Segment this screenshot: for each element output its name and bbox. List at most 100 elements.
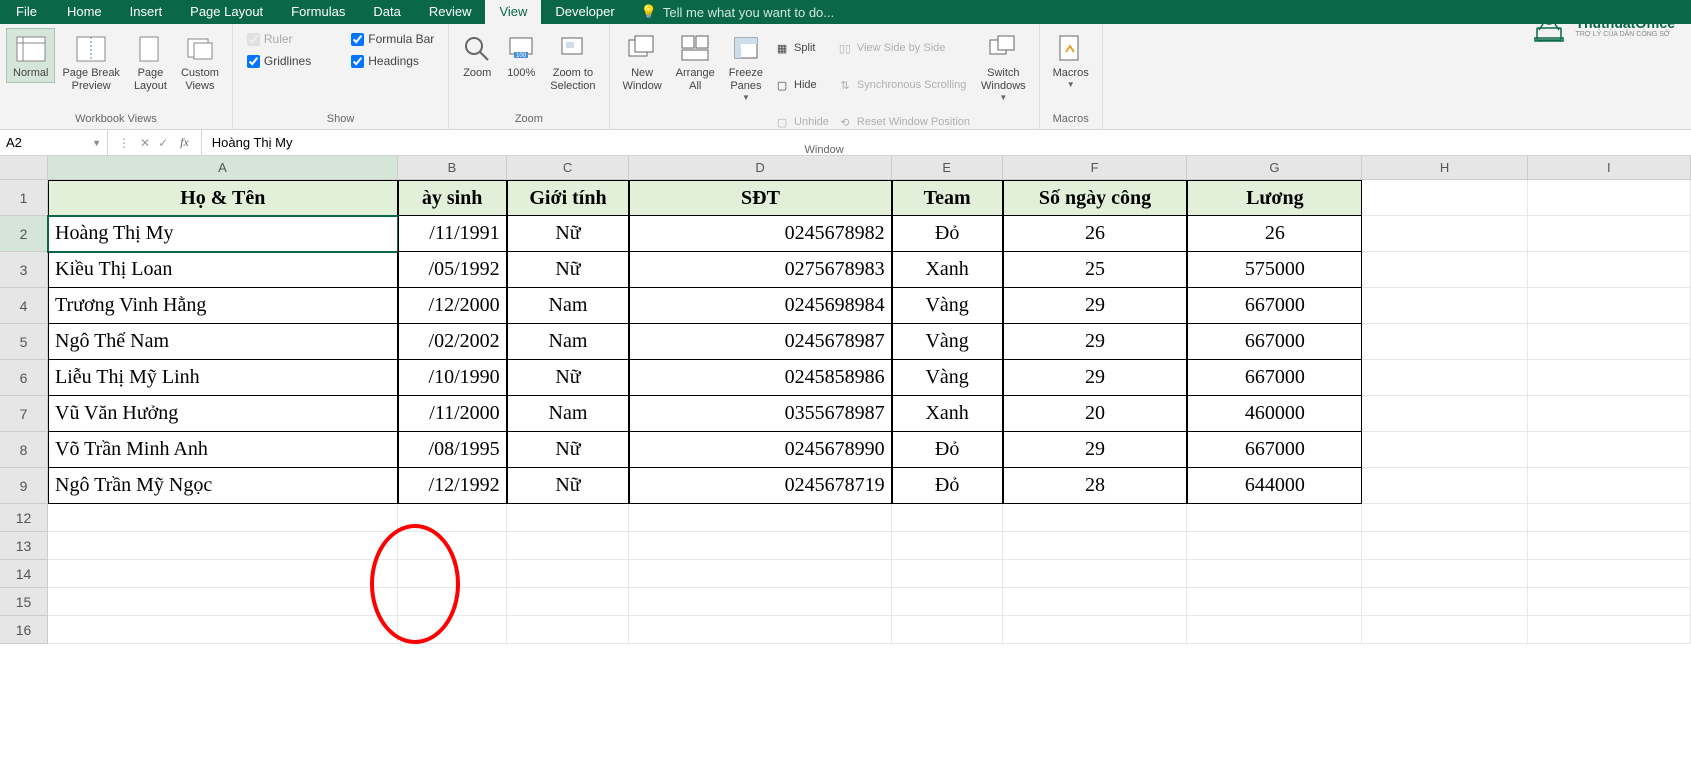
cell-D14[interactable]: [629, 560, 891, 588]
tab-file[interactable]: File: [0, 0, 53, 24]
cell-E14[interactable]: [892, 560, 1003, 588]
tab-data[interactable]: Data: [359, 0, 414, 24]
cell-D9[interactable]: 0245678719: [629, 468, 891, 504]
cell-D1[interactable]: SĐT: [629, 180, 891, 216]
cell-H9[interactable]: [1362, 468, 1527, 504]
hide-button[interactable]: ▢Hide: [774, 67, 829, 103]
cell-D5[interactable]: 0245678987: [629, 324, 891, 360]
cell-B3[interactable]: /05/1992: [398, 252, 507, 288]
cell-I2[interactable]: [1528, 216, 1691, 252]
cell-E2[interactable]: Đỏ: [892, 216, 1003, 252]
cell-I3[interactable]: [1528, 252, 1691, 288]
row-header-14[interactable]: 14: [0, 560, 48, 588]
cell-E12[interactable]: [892, 504, 1003, 532]
cell-C4[interactable]: Nam: [507, 288, 630, 324]
tab-page-layout[interactable]: Page Layout: [176, 0, 277, 24]
cell-B1[interactable]: ày sinh: [398, 180, 507, 216]
cells-area[interactable]: Họ & Tênày sinhGiới tínhSĐTTeamSố ngày c…: [48, 180, 1691, 644]
cell-I16[interactable]: [1528, 616, 1691, 644]
col-header-E[interactable]: E: [892, 156, 1003, 179]
cell-F14[interactable]: [1003, 560, 1188, 588]
cell-F5[interactable]: 29: [1003, 324, 1188, 360]
cell-C16[interactable]: [507, 616, 630, 644]
cell-B4[interactable]: /12/2000: [398, 288, 507, 324]
row-header-12[interactable]: 12: [0, 504, 48, 532]
cell-F12[interactable]: [1003, 504, 1188, 532]
cell-I9[interactable]: [1528, 468, 1691, 504]
col-header-I[interactable]: I: [1528, 156, 1691, 179]
row-header-9[interactable]: 9: [0, 468, 48, 504]
col-header-C[interactable]: C: [507, 156, 630, 179]
col-header-B[interactable]: B: [398, 156, 507, 179]
cell-E1[interactable]: Team: [892, 180, 1003, 216]
cell-E8[interactable]: Đỏ: [892, 432, 1003, 468]
tab-insert[interactable]: Insert: [116, 0, 177, 24]
col-header-A[interactable]: A: [48, 156, 398, 179]
headings-checkbox[interactable]: Headings: [351, 54, 434, 68]
ruler-checkbox[interactable]: Ruler: [247, 32, 311, 46]
switch-windows-button[interactable]: Switch Windows ▼: [974, 28, 1033, 105]
cell-I5[interactable]: [1528, 324, 1691, 360]
cell-G3[interactable]: 575000: [1187, 252, 1362, 288]
cell-H15[interactable]: [1362, 588, 1527, 616]
cell-H14[interactable]: [1362, 560, 1527, 588]
cell-H7[interactable]: [1362, 396, 1527, 432]
enter-icon[interactable]: ✓: [158, 136, 168, 150]
cell-A2[interactable]: Hoàng Thị My: [48, 216, 398, 252]
cell-C8[interactable]: Nữ: [507, 432, 630, 468]
formula-bar-checkbox[interactable]: Formula Bar: [351, 32, 434, 46]
cell-B2[interactable]: /11/1991: [398, 216, 507, 252]
gridlines-checkbox[interactable]: Gridlines: [247, 54, 311, 68]
cell-A12[interactable]: [48, 504, 398, 532]
tab-developer[interactable]: Developer: [541, 0, 628, 24]
cell-G16[interactable]: [1187, 616, 1362, 644]
cell-H5[interactable]: [1362, 324, 1527, 360]
cell-D16[interactable]: [629, 616, 891, 644]
cell-C1[interactable]: Giới tính: [507, 180, 630, 216]
cell-C6[interactable]: Nữ: [507, 360, 630, 396]
cell-B7[interactable]: /11/2000: [398, 396, 507, 432]
cell-I12[interactable]: [1528, 504, 1691, 532]
tab-home[interactable]: Home: [53, 0, 116, 24]
cell-D15[interactable]: [629, 588, 891, 616]
cell-F9[interactable]: 28: [1003, 468, 1188, 504]
cell-D6[interactable]: 0245858986: [629, 360, 891, 396]
freeze-panes-button[interactable]: Freeze Panes ▼: [722, 28, 770, 105]
cell-H16[interactable]: [1362, 616, 1527, 644]
arrange-all-button[interactable]: Arrange All: [669, 28, 722, 96]
cell-C14[interactable]: [507, 560, 630, 588]
cell-I6[interactable]: [1528, 360, 1691, 396]
col-header-H[interactable]: H: [1362, 156, 1527, 179]
cell-F1[interactable]: Số ngày công: [1003, 180, 1188, 216]
cell-D8[interactable]: 0245678990: [629, 432, 891, 468]
cell-B15[interactable]: [398, 588, 507, 616]
cell-D7[interactable]: 0355678987: [629, 396, 891, 432]
tab-formulas[interactable]: Formulas: [277, 0, 359, 24]
row-header-3[interactable]: 3: [0, 252, 48, 288]
cell-A8[interactable]: Võ Trần Minh Anh: [48, 432, 398, 468]
cell-D2[interactable]: 0245678982: [629, 216, 891, 252]
cell-G13[interactable]: [1187, 532, 1362, 560]
cell-I15[interactable]: [1528, 588, 1691, 616]
cell-E15[interactable]: [892, 588, 1003, 616]
row-header-1[interactable]: 1: [0, 180, 48, 216]
row-header-6[interactable]: 6: [0, 360, 48, 396]
cell-E7[interactable]: Xanh: [892, 396, 1003, 432]
cell-G4[interactable]: 667000: [1187, 288, 1362, 324]
cell-F16[interactable]: [1003, 616, 1188, 644]
cell-E5[interactable]: Vàng: [892, 324, 1003, 360]
cell-B8[interactable]: /08/1995: [398, 432, 507, 468]
page-break-preview-button[interactable]: Page Break Preview: [55, 28, 126, 96]
cell-C5[interactable]: Nam: [507, 324, 630, 360]
cell-I14[interactable]: [1528, 560, 1691, 588]
cell-D13[interactable]: [629, 532, 891, 560]
cell-A14[interactable]: [48, 560, 398, 588]
cell-G5[interactable]: 667000: [1187, 324, 1362, 360]
cell-B9[interactable]: /12/1992: [398, 468, 507, 504]
cell-E9[interactable]: Đỏ: [892, 468, 1003, 504]
col-header-F[interactable]: F: [1003, 156, 1188, 179]
row-header-16[interactable]: 16: [0, 616, 48, 644]
cell-C2[interactable]: Nữ: [507, 216, 630, 252]
cell-F8[interactable]: 29: [1003, 432, 1188, 468]
cell-H1[interactable]: [1362, 180, 1527, 216]
